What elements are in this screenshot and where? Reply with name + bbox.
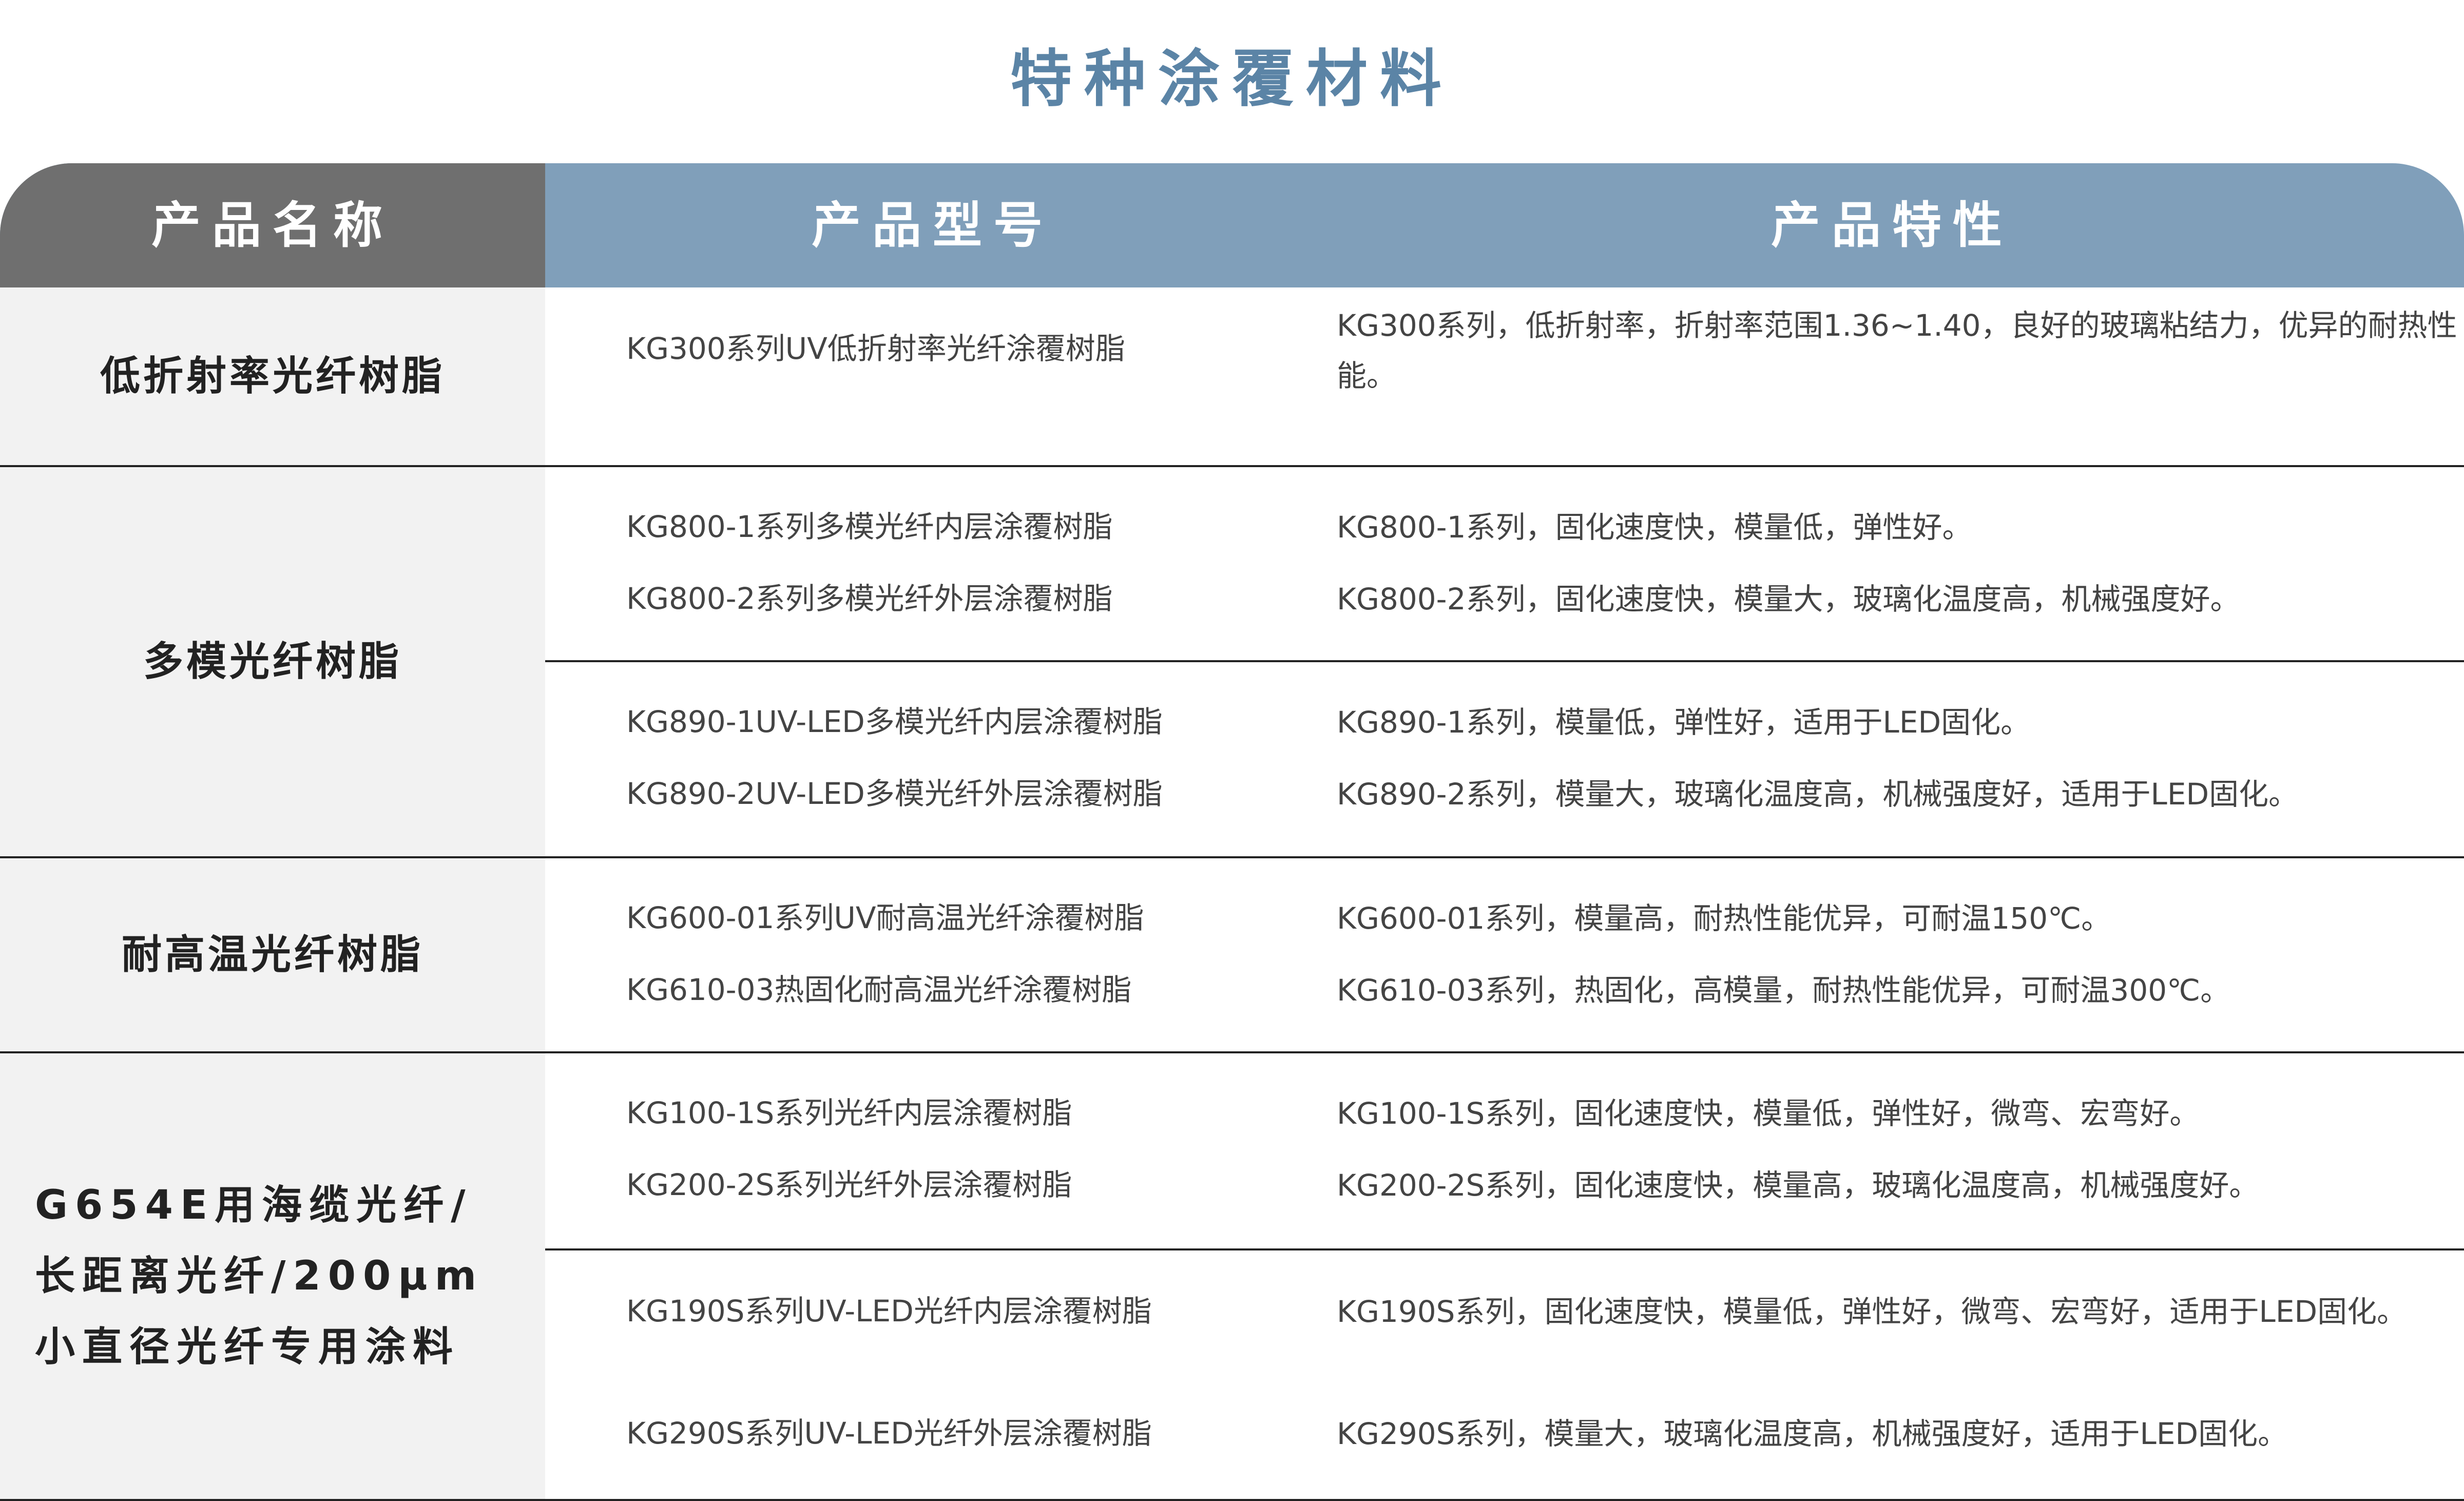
column-header-feature: 产品特性 [1771, 197, 2013, 254]
subgroup: KG190S系列UV-LED光纤内层涂覆树脂 KG190S系列，固化速度快，模量… [545, 1250, 2464, 1499]
column-header-model: 产品型号 [812, 197, 1054, 254]
page-title: 特种涂覆材料 [1010, 44, 1454, 115]
product-feature: KG290S系列，模量大，玻璃化温度高，机械强度好，适用于LED固化。 [1337, 1416, 2288, 1451]
table-row-group-multimode: 多模光纤树脂 KG800-1系列多模光纤内层涂覆树脂 KG800-1系列，固化速… [0, 467, 2464, 858]
product-feature: KG800-1系列，固化速度快，模量低，弹性好。 [1337, 510, 1972, 545]
product-model: KG800-1系列多模光纤内层涂覆树脂 [626, 509, 1113, 544]
table-row-group-low-refractive: 低折射率光纤树脂 KG300系列UV低折射率光纤涂覆树脂 KG300系列，低折射… [0, 287, 2464, 467]
column-header-name: 产品名称 [151, 197, 394, 254]
group-name: 多模光纤树脂 [0, 467, 545, 856]
table-row-group-g654e: G654E用海缆光纤/ 长距离光纤/200μm 小直径光纤专用涂料 KG100-… [0, 1053, 2464, 1501]
product-model: KG290S系列UV-LED光纤外层涂覆树脂 [626, 1416, 1152, 1451]
table-header: 产品名称 产品型号 产品特性 [0, 163, 2464, 287]
subgroup: KG600-01系列UV耐高温光纤涂覆树脂 KG600-01系列，模量高，耐热性… [545, 858, 2464, 1051]
subgroup: KG100-1S系列光纤内层涂覆树脂 KG100-1S系列，固化速度快，模量低，… [545, 1053, 2464, 1250]
group-name: 耐高温光纤树脂 [0, 858, 545, 1051]
product-model: KG190S系列UV-LED光纤内层涂覆树脂 [626, 1294, 1152, 1329]
group-name-line: G654E用海缆光纤/ [35, 1182, 473, 1228]
product-model: KG890-1UV-LED多模光纤内层涂覆树脂 [626, 704, 1163, 739]
product-model: KG890-2UV-LED多模光纤外层涂覆树脂 [626, 776, 1163, 811]
product-model: KG300系列UV低折射率光纤涂覆树脂 [626, 331, 1125, 366]
product-table: 产品名称 产品型号 产品特性 低折射率光纤树脂 KG300系列UV低折射率光纤涂… [0, 163, 2464, 1501]
table-body: 低折射率光纤树脂 KG300系列UV低折射率光纤涂覆树脂 KG300系列，低折射… [0, 287, 2464, 1501]
product-feature: KG300系列，低折射率，折射率范围1.36~1.40，良好的玻璃粘结力，优异的… [1337, 308, 2457, 393]
product-feature: KG610-03系列，热固化，高模量，耐热性能优异，可耐温300℃。 [1337, 973, 2230, 1008]
group-name-line: 长距离光纤/200μm [35, 1253, 484, 1299]
table-row-group-high-temp: 耐高温光纤树脂 KG600-01系列UV耐高温光纤涂覆树脂 KG600-01系列… [0, 858, 2464, 1053]
product-model: KG100-1S系列光纤内层涂覆树脂 [626, 1095, 1072, 1130]
product-feature: KG100-1S系列，固化速度快，模量低，弹性好，微弯、宏弯好。 [1337, 1096, 2200, 1131]
product-feature: KG200-2S系列，固化速度快，模量高，玻璃化温度高，机械强度好。 [1337, 1168, 2259, 1203]
product-model: KG600-01系列UV耐高温光纤涂覆树脂 [626, 900, 1144, 935]
group-name: G654E用海缆光纤/ 长距离光纤/200μm 小直径光纤专用涂料 [0, 1053, 545, 1499]
product-feature: KG800-2系列，固化速度快，模量大，玻璃化温度高，机械强度好。 [1337, 582, 2240, 617]
group-name: 低折射率光纤树脂 [0, 287, 545, 465]
group-name-line: 小直径光纤专用涂料 [35, 1324, 460, 1370]
product-feature: KG890-1系列，模量低，弹性好，适用于LED固化。 [1337, 705, 2031, 740]
product-feature: KG890-2系列，模量大，玻璃化温度高，机械强度好，适用于LED固化。 [1337, 777, 2299, 812]
product-model: KG800-2系列多模光纤外层涂覆树脂 [626, 581, 1113, 616]
subgroup: KG800-1系列多模光纤内层涂覆树脂 KG800-1系列，固化速度快，模量低，… [545, 467, 2464, 662]
subgroup: KG890-1UV-LED多模光纤内层涂覆树脂 KG890-1系列，模量低，弹性… [545, 662, 2464, 856]
subgroup: KG300系列UV低折射率光纤涂覆树脂 KG300系列，低折射率，折射率范围1.… [545, 287, 2464, 465]
product-feature: KG600-01系列，模量高，耐热性能优异，可耐温150℃。 [1337, 901, 2111, 936]
product-model: KG610-03热固化耐高温光纤涂覆树脂 [626, 972, 1132, 1007]
product-model: KG200-2S系列光纤外层涂覆树脂 [626, 1167, 1072, 1202]
product-feature: KG190S系列，固化速度快，模量低，弹性好，微弯、宏弯好，适用于LED固化。 [1337, 1294, 2407, 1329]
